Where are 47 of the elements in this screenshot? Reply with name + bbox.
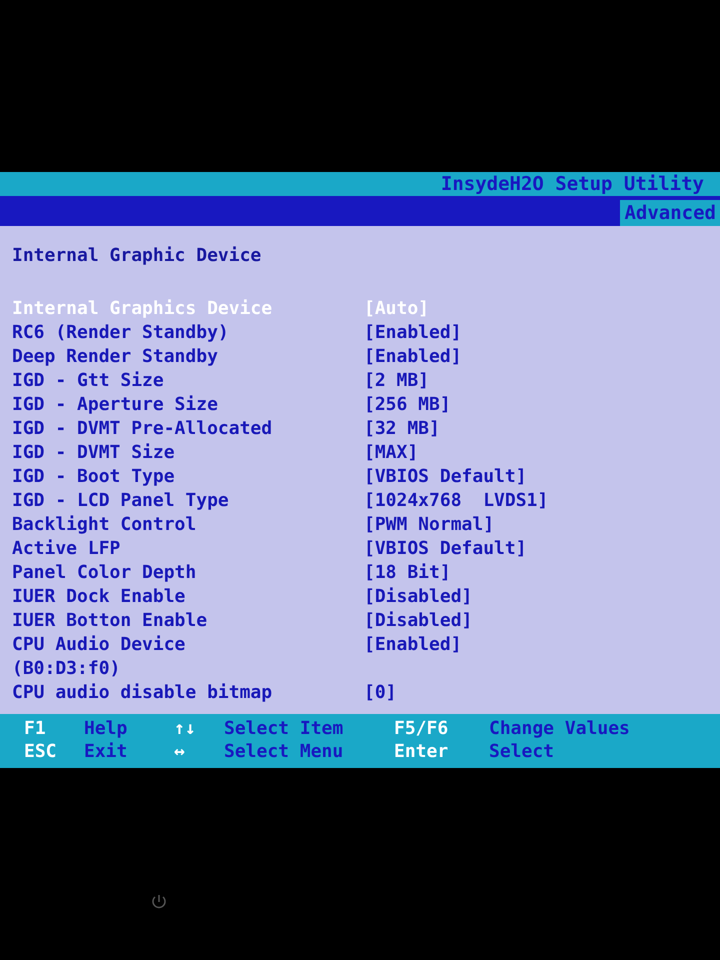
setting-value[interactable]: [VBIOS Default] xyxy=(364,466,527,487)
setting-name[interactable]: Active LFP xyxy=(12,537,364,561)
setting-value[interactable]: [Disabled] xyxy=(364,610,472,631)
setting-name[interactable]: IUER Dock Enable xyxy=(12,585,364,609)
setting-name[interactable]: IGD - Gtt Size xyxy=(12,369,364,393)
menu-tab[interactable]: Advanced xyxy=(620,200,720,226)
setting-value[interactable]: [0] xyxy=(364,682,397,703)
setting-name[interactable]: IUER Botton Enable xyxy=(12,609,364,633)
setting-value[interactable]: [VBIOS Default] xyxy=(364,538,527,559)
setting-value[interactable]: [Enabled] xyxy=(364,634,462,655)
setting-value[interactable]: [256 MB] xyxy=(364,394,451,415)
setting-name[interactable]: IGD - LCD Panel Type xyxy=(12,489,364,513)
key-label: F1 xyxy=(24,718,47,741)
key-label: ↔ xyxy=(174,741,186,764)
setting-name[interactable]: RC6 (Render Standby) xyxy=(12,321,364,345)
key-label: Enter xyxy=(394,741,450,764)
section-title: Internal Graphic Device xyxy=(12,244,262,268)
setting-name[interactable]: CPU Audio Device xyxy=(12,633,364,657)
key-label: ↑↓ xyxy=(174,718,197,741)
setting-name[interactable]: Panel Color Depth xyxy=(12,561,364,585)
setting-value[interactable]: [1024x768 LVDS1] xyxy=(364,490,548,511)
setting-name[interactable]: IGD - DVMT Size xyxy=(12,441,364,465)
setting-name[interactable]: Deep Render Standby xyxy=(12,345,364,369)
key-action: Select xyxy=(489,741,556,764)
setting-value[interactable]: [32 MB] xyxy=(364,418,440,439)
key-action: Change Values xyxy=(489,718,631,741)
setting-name[interactable]: IGD - Aperture Size xyxy=(12,393,364,417)
setting-name[interactable]: CPU audio disable bitmap xyxy=(12,681,364,705)
setting-value[interactable]: [Disabled] xyxy=(364,586,472,607)
key-label: F5/F6 xyxy=(394,718,450,741)
setting-value[interactable]: [PWM Normal] xyxy=(364,514,494,535)
setting-name: (B0:D3:f0) xyxy=(12,657,122,681)
setting-value[interactable]: [Enabled] xyxy=(364,346,462,367)
key-action: Exit xyxy=(84,741,128,764)
setting-value[interactable]: [18 Bit] xyxy=(364,562,451,583)
setting-name[interactable]: IGD - Boot Type xyxy=(12,465,364,489)
setting-value[interactable]: [Enabled] xyxy=(364,322,462,343)
setting-value[interactable]: [MAX] xyxy=(364,442,418,463)
setting-name[interactable]: IGD - DVMT Pre-Allocated xyxy=(12,417,364,441)
key-action: Select Menu xyxy=(224,741,344,764)
setting-value[interactable]: [2 MB] xyxy=(364,370,430,391)
key-label: ESC xyxy=(24,741,58,764)
key-action: Help xyxy=(84,718,128,741)
setting-name[interactable]: Backlight Control xyxy=(12,513,364,537)
power-icon xyxy=(150,893,168,911)
key-action: Select Item xyxy=(224,718,344,741)
window-title: InsydeH2O Setup Utility xyxy=(440,172,704,197)
